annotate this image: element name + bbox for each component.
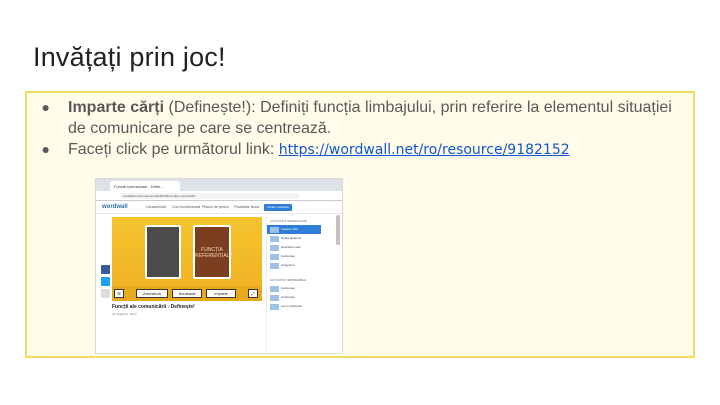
side-item-label: Cartonașe [281, 254, 295, 258]
facebook-icon [101, 265, 110, 274]
fullscreen-icon: ⤢ [248, 289, 258, 298]
deal-button: Imparte [206, 289, 236, 298]
side-heading: ACTIVITĂȚI IMPRIMABILE [270, 278, 307, 282]
thumbnail [270, 245, 279, 251]
bullet-bold-text: Imparte cărți [68, 99, 165, 116]
side-item: Cartonașe [267, 284, 321, 293]
wordwall-link[interactable]: https://wordwall.net/ro/resource/9182152 [279, 142, 570, 158]
thumbnail [270, 227, 279, 233]
browser-address-bar: wordwall.net/ro/resource/9182152/funcții… [96, 191, 342, 201]
activity-meta: de Liliana D. Sirbu [112, 312, 137, 316]
social-buttons [101, 265, 110, 301]
thumbnail [270, 263, 279, 269]
bullet-list: ● Imparte cărți (Definește!): Definiți f… [30, 97, 690, 161]
nav-item: Cum funcționează [172, 205, 201, 209]
bullet-dot: ● [41, 99, 50, 115]
side-item-label: Lucru individual [281, 304, 302, 308]
nav-item: Caracteristici [146, 205, 167, 209]
card-back [145, 225, 181, 279]
thumbnail [270, 286, 279, 292]
side-item: Cartonașe [267, 293, 321, 302]
card-front: FUNCȚIA REFERENȚIALĂ [193, 225, 233, 279]
templates-side-panel: ACTIVITĂȚI INTERACTIVE Imparte cărți Roa… [266, 217, 321, 353]
side-item: Cartonașe [267, 252, 321, 261]
side-item-label: Anagrama [281, 263, 295, 267]
side-item: Roata aleatorie [267, 234, 321, 243]
side-item-label: Deschide cutia [281, 245, 301, 249]
bullet-item-2: ● Faceți click pe următorul link: https:… [30, 139, 690, 161]
browser-url: wordwall.net/ro/resource/9182152/funcții… [120, 193, 300, 199]
thumbnail [270, 304, 279, 310]
side-item-label: Roata aleatorie [281, 236, 302, 240]
create-activity-button: Creare Activitate [264, 204, 292, 211]
browser-tab: Functii comunicarii - Defin... [110, 181, 180, 191]
activity-title: Funcții ale comunicării - Definește! [112, 304, 195, 310]
bullet-dot: ● [41, 141, 50, 157]
side-item-label: Imparte cărți [281, 227, 298, 231]
undo-button: Anulează [172, 289, 202, 298]
side-item: Imparte cărți [267, 225, 321, 234]
side-item: Anagrama [267, 261, 321, 270]
side-item: Deschide cutia [267, 243, 321, 252]
activity-info: Funcții ale comunicării - Definește! de … [112, 304, 262, 316]
share-icon [101, 289, 110, 298]
side-item-label: Cartonașe [281, 295, 295, 299]
nav-item: Fiscalitate Noua [234, 205, 260, 209]
wordwall-logo: wordwall [102, 204, 128, 210]
nav-item: Planuri de preturi [202, 205, 229, 209]
bullet-text: Faceți click pe următorul link: [68, 141, 279, 158]
side-item: Lucru individual [267, 302, 321, 311]
shuffle-button: Amestecă [136, 289, 168, 298]
bullet-item-1: ● Imparte cărți (Definește!): Definiți f… [30, 97, 690, 139]
embedded-browser-screenshot: Functii comunicarii - Defin... wordwall.… [95, 178, 343, 354]
game-area: FUNCȚIA REFERENȚIALĂ ☰ Amestecă Anulează… [112, 217, 262, 301]
slide-title: Invățați prin joc! [33, 42, 226, 72]
browser-tabbar: Functii comunicarii - Defin... [96, 179, 342, 191]
scrollbar [336, 215, 340, 245]
side-heading: ACTIVITĂȚI INTERACTIVE [270, 219, 307, 223]
side-item-label: Cartonașe [281, 286, 295, 290]
thumbnail [270, 295, 279, 301]
game-controls: ☰ Amestecă Anulează Imparte ⤢ [112, 286, 262, 301]
twitter-icon [101, 277, 110, 286]
menu-icon: ☰ [114, 289, 124, 298]
thumbnail [270, 254, 279, 260]
thumbnail [270, 236, 279, 242]
wordwall-navbar: wordwall Caracteristici Cum funcționează… [96, 201, 342, 214]
